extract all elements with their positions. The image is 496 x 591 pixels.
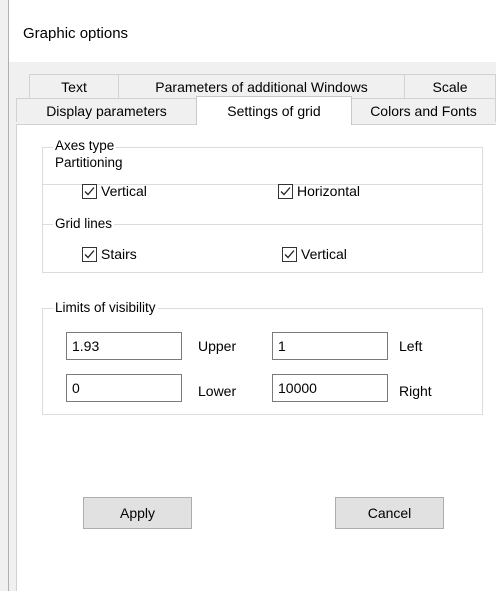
window-left-border (8, 0, 9, 591)
title-bar: Graphic options (8, 0, 496, 62)
partitioning-horizontal-checkbox[interactable]: Horizontal (278, 183, 360, 199)
grid-lines-vertical-checkbox[interactable]: Vertical (282, 246, 347, 262)
tab-colors-and-fonts[interactable]: Colors and Fonts (351, 98, 496, 122)
upper-limit-input[interactable]: 1.93 (66, 332, 182, 360)
checkmark-icon (82, 246, 97, 262)
partitioning-vertical-checkbox[interactable]: Vertical (82, 183, 147, 199)
left-label: Left (399, 338, 423, 354)
tab-settings-of-grid[interactable]: Settings of grid (196, 96, 352, 125)
grid-lines-stairs-label: Stairs (101, 246, 137, 262)
grid-lines-vertical-label: Vertical (301, 246, 347, 262)
partitioning-horizontal-label: Horizontal (297, 183, 361, 199)
tab-text[interactable]: Text (29, 74, 119, 98)
right-limit-input[interactable]: 10000 (272, 374, 388, 402)
lower-limit-input[interactable]: 0 (66, 374, 182, 402)
axes-type-legend: Axes type (53, 138, 117, 154)
limits-of-visibility-legend: Limits of visibility (53, 300, 158, 316)
partitioning-vertical-label: Vertical (101, 183, 147, 199)
checkmark-icon (278, 183, 293, 199)
right-label: Right (399, 383, 432, 399)
upper-label: Upper (198, 338, 237, 354)
partitioning-legend: Partitioning (53, 155, 125, 171)
tab-parameters-additional-windows[interactable]: Parameters of additional Windows (118, 74, 405, 98)
window-title: Graphic options (23, 25, 129, 42)
lower-label: Lower (198, 383, 237, 399)
left-limit-input[interactable]: 1 (272, 332, 388, 360)
apply-button[interactable]: Apply (83, 497, 192, 529)
tab-scale[interactable]: Scale (404, 74, 496, 98)
cancel-button[interactable]: Cancel (335, 497, 444, 529)
settings-of-grid-panel: Axes type Partitioning Vertical Horizont… (16, 124, 496, 591)
checkmark-icon (282, 246, 297, 262)
grid-lines-stairs-checkbox[interactable]: Stairs (82, 246, 137, 262)
grid-lines-legend: Grid lines (53, 216, 115, 232)
checkmark-icon (82, 183, 97, 199)
tab-display-parameters[interactable]: Display parameters (16, 98, 197, 122)
